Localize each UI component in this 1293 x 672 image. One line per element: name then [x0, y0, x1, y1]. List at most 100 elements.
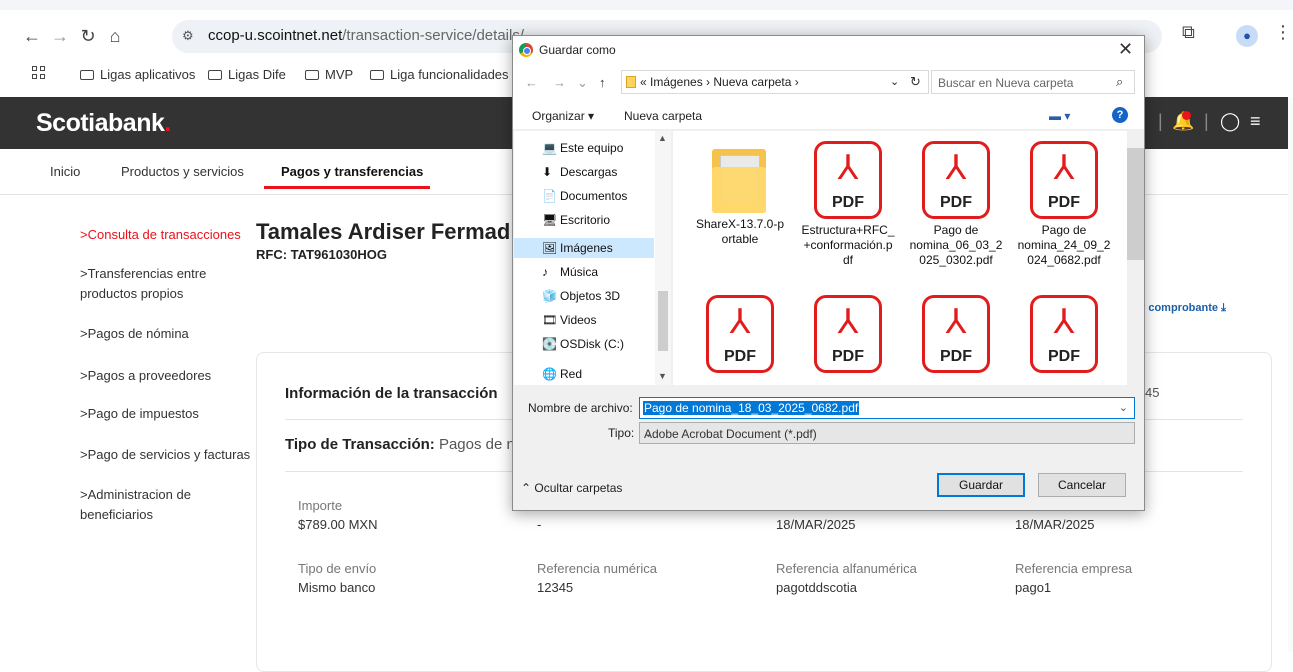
tree-item-escritorio[interactable]: 🖥 Escritorio: [542, 213, 610, 227]
save-button[interactable]: Guardar: [937, 473, 1025, 497]
file-item-pdf[interactable]: ⅄ PDF Estructura+RFC_ +conformación.p df: [801, 141, 895, 268]
back-arrow-icon[interactable]: ←: [525, 75, 538, 90]
folder-icon: [710, 141, 770, 213]
file-item-pdf[interactable]: ⅄ PDF Pago de nomina_24_09_2 024_0682.pdf: [1017, 141, 1111, 268]
tab-strip: [0, 0, 1293, 10]
sidebar-item-consulta[interactable]: >Consulta de transacciones: [80, 225, 260, 245]
sidebar-item-beneficiarios[interactable]: >Administracion de beneficiarios: [80, 485, 220, 525]
logo-dot: .: [164, 109, 171, 137]
file-name: Estructura+RFC_ +conformación.p df: [801, 223, 895, 267]
sidebar-item-impuestos[interactable]: >Pago de impuestos: [80, 404, 260, 424]
filename-input[interactable]: Pago de nomina_18_03_2025_0682.pdf ⌄: [639, 397, 1135, 419]
tree-scrollbar[interactable]: ▲ ▼: [655, 131, 671, 385]
pdf-icon: ⅄ PDF: [1030, 141, 1098, 219]
hamburger-menu-icon[interactable]: ≡: [1250, 111, 1261, 132]
tree-item-este-equipo[interactable]: 💻 Este equipo: [542, 141, 623, 155]
sidebar-item-proveedores[interactable]: >Pagos a proveedores: [80, 366, 260, 386]
scroll-thumb[interactable]: [658, 291, 668, 351]
tree-item-documentos[interactable]: 📄 Documentos: [542, 189, 627, 203]
sidebar-item-transferencias[interactable]: >Transferencias entre productos propios: [80, 264, 230, 304]
extensions-icon[interactable]: ⧉: [1182, 22, 1195, 43]
bookmark-folder[interactable]: Ligas aplicativos: [80, 67, 195, 82]
header-divider: |: [1158, 111, 1163, 131]
scroll-down-icon[interactable]: ▼: [658, 371, 667, 381]
scroll-up-icon[interactable]: ▲: [658, 133, 667, 143]
cancel-button[interactable]: Cancelar: [1038, 473, 1126, 497]
tab-pagos-y-transferencias[interactable]: Pagos y transferencias: [281, 164, 423, 179]
pdf-icon: ⅄ PDF: [922, 141, 990, 219]
home-icon[interactable]: ⌂: [105, 25, 125, 47]
close-icon[interactable]: ✕: [1118, 39, 1133, 60]
tree-item-videos[interactable]: 🎞 Videos: [542, 313, 596, 327]
tree-item-objetos-3d[interactable]: 🧊 Objetos 3D: [542, 289, 620, 303]
hide-folders-toggle[interactable]: ⌃ Ocultar carpetas: [521, 481, 622, 495]
transaction-type-label: Tipo de Transacción:: [285, 436, 435, 453]
up-arrow-icon[interactable]: ↑: [599, 75, 606, 90]
back-icon[interactable]: ←: [22, 25, 42, 47]
chevron-down-icon[interactable]: ⌄: [890, 75, 899, 88]
site-settings-icon[interactable]: ⚙: [182, 28, 194, 44]
new-folder-button[interactable]: Nueva carpeta: [624, 109, 702, 123]
field-value-ref-alfanumerica: pagotddscotia: [776, 580, 857, 595]
chevron-down-icon[interactable]: ⌄: [1119, 401, 1128, 414]
folder-icon: [305, 70, 319, 80]
file-item-pdf[interactable]: ⅄ PDF: [1017, 295, 1111, 373]
search-icon: ⌕: [1116, 74, 1124, 89]
organize-menu[interactable]: Organizar ▾: [532, 109, 594, 123]
tree-item-red[interactable]: 🌐 Red: [542, 367, 582, 381]
forward-arrow-icon[interactable]: →: [553, 75, 566, 90]
field-label-ref-empresa: Referencia empresa: [1015, 561, 1133, 576]
user-profile-icon[interactable]: ◯: [1220, 111, 1240, 132]
tab-inicio[interactable]: Inicio: [50, 164, 80, 179]
chevron-down-icon[interactable]: ⌄: [644, 427, 1128, 440]
filetype-select[interactable]: Adobe Acrobat Document (*.pdf) ⌄: [639, 422, 1135, 444]
files-scroll-thumb[interactable]: [1127, 148, 1144, 260]
tree-label: Este equipo: [560, 141, 624, 155]
view-options-icon[interactable]: ▬ ▾: [1049, 109, 1070, 123]
field-label-tipo-envio: Tipo de envío: [298, 561, 377, 576]
menu-kebab-icon[interactable]: ⋮: [1274, 22, 1292, 43]
tree-item-imagenes[interactable]: 🖼 Imágenes: [542, 241, 613, 255]
disk-icon: 💽: [542, 337, 557, 351]
download-receipt-link[interactable]: r comprobante ⤓: [1141, 302, 1226, 315]
document-icon: 📄: [542, 189, 557, 203]
bookmark-label: Ligas Dife: [228, 67, 286, 82]
file-item-folder[interactable]: ShareX-13.7.0-p ortable: [693, 141, 787, 247]
page-scrollbar[interactable]: [1288, 97, 1293, 652]
dialog-titlebar[interactable]: Guardar como ✕: [513, 36, 1144, 64]
sidebar-item-servicios[interactable]: >Pago de servicios y facturas: [80, 445, 260, 465]
dialog-breadcrumb[interactable]: « Imágenes › Nueva carpeta › ⌄ ↻: [621, 70, 929, 94]
dialog-address-row: ← → ⌄ ↑ « Imágenes › Nueva carpeta › ⌄ ↻…: [513, 64, 1144, 100]
refresh-icon[interactable]: ↻: [910, 74, 921, 90]
folder-icon: [208, 70, 222, 80]
forward-icon[interactable]: →: [50, 25, 70, 47]
tree-item-osdisk[interactable]: 💽 OSDisk (C:): [542, 337, 624, 351]
recent-chevron-icon[interactable]: ⌄: [577, 75, 588, 91]
file-item-pdf[interactable]: ⅄ PDF: [693, 295, 787, 373]
tree-item-musica[interactable]: ♪ Música: [542, 265, 598, 279]
profile-avatar-icon[interactable]: ●: [1236, 25, 1258, 47]
field-value-importe: $789.00 MXN: [298, 517, 378, 532]
tab-productos-y-servicios[interactable]: Productos y servicios: [121, 164, 244, 179]
dialog-search-input[interactable]: Buscar en Nueva carpeta ⌕: [931, 70, 1135, 94]
bookmark-folder[interactable]: Ligas Dife: [208, 67, 286, 82]
bookmark-folder[interactable]: MVP: [305, 67, 353, 82]
file-item-pdf[interactable]: ⅄ PDF: [801, 295, 895, 373]
file-item-pdf[interactable]: ⅄ PDF Pago de nomina_06_03_2 025_0302.pdf: [909, 141, 1003, 268]
header-divider: |: [1204, 111, 1209, 131]
tree-label: Documentos: [560, 189, 628, 203]
file-name: Pago de nomina_06_03_2 025_0302.pdf: [909, 223, 1003, 267]
reload-icon[interactable]: ↻: [78, 25, 98, 47]
help-icon[interactable]: ?: [1112, 107, 1128, 123]
pictures-icon: 🖼: [542, 241, 558, 255]
file-item-pdf[interactable]: ⅄ PDF: [909, 295, 1003, 373]
tree-item-descargas[interactable]: ⬇ Descargas: [542, 165, 617, 179]
pdf-icon: ⅄ PDF: [1030, 295, 1098, 373]
logo-text: Scotiabank: [36, 109, 165, 137]
scotiabank-logo[interactable]: Scotiabank.: [36, 109, 171, 138]
bookmark-folder[interactable]: Liga funcionalidades: [370, 67, 509, 82]
computer-icon: 💻: [542, 141, 557, 155]
sidebar-item-nomina[interactable]: >Pagos de nómina: [80, 324, 260, 344]
tree-label: Descargas: [560, 165, 618, 179]
field-value-date: 18/MAR/2025: [776, 517, 856, 532]
